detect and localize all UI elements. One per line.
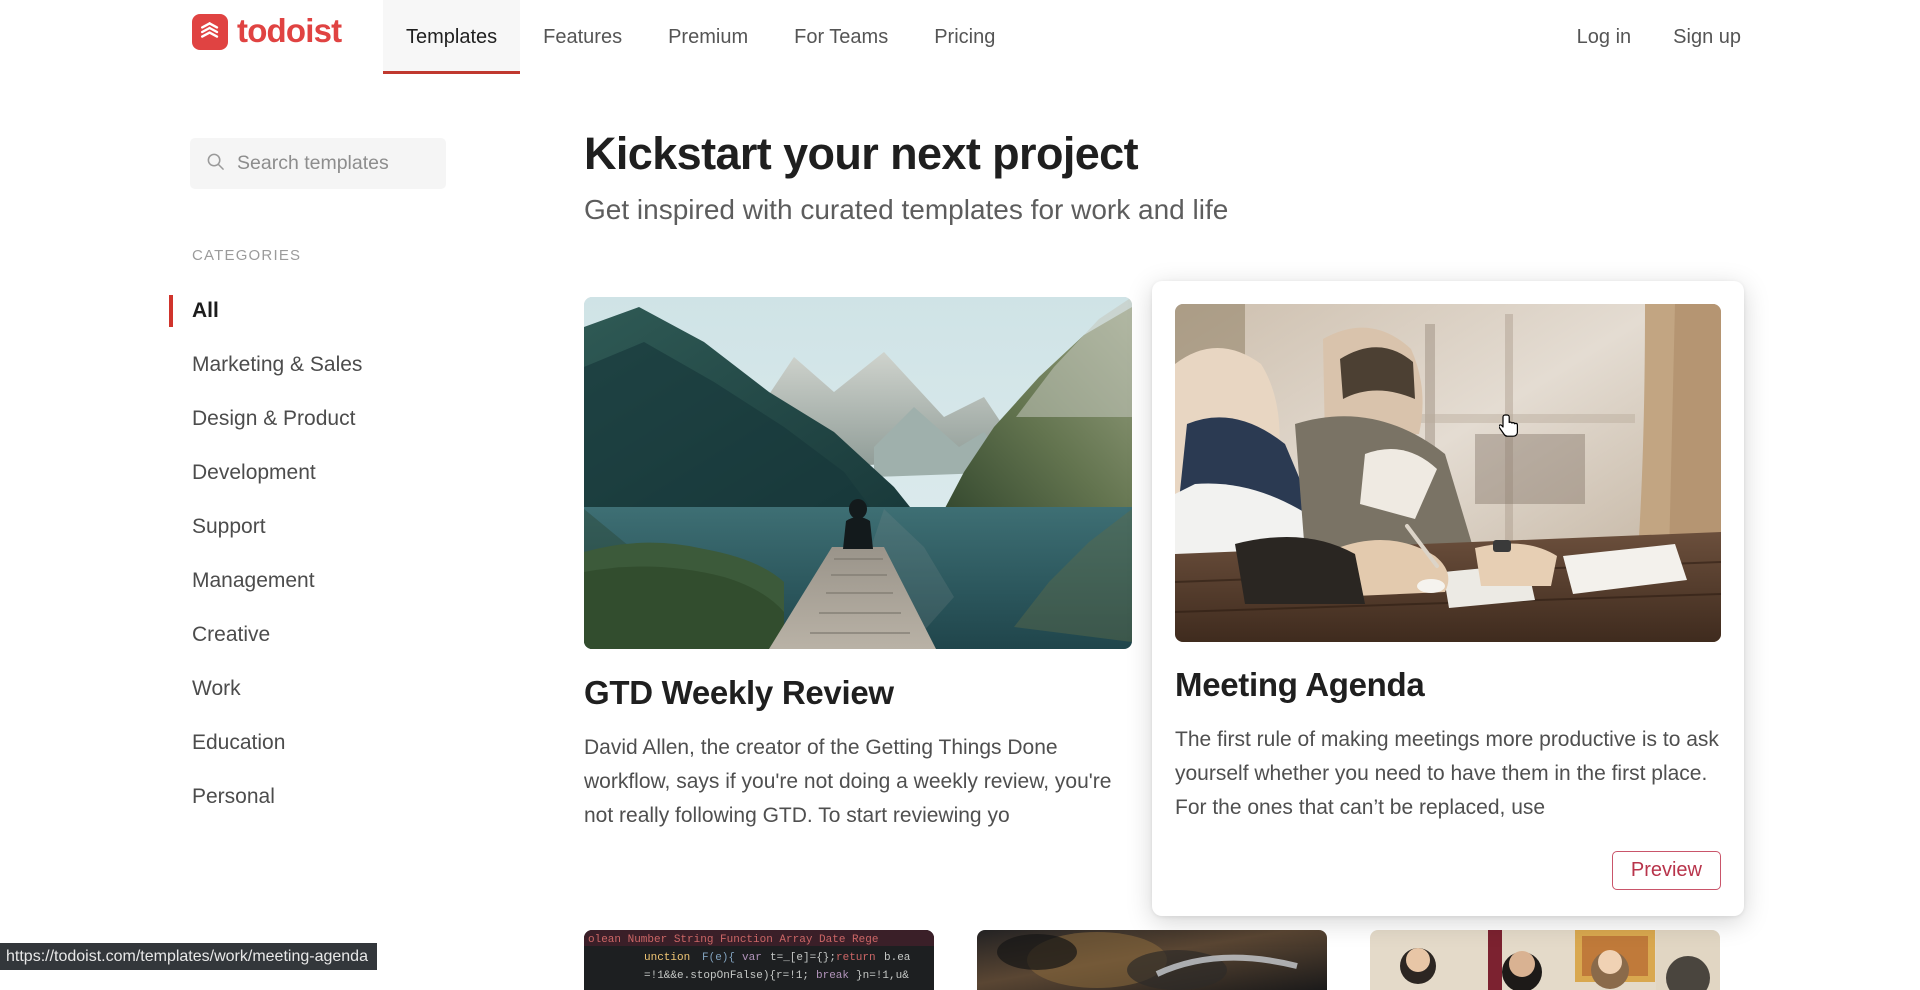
nav-item-features[interactable]: Features [520, 0, 645, 74]
sidebar-item-work[interactable]: Work [190, 662, 450, 716]
primary-nav: Templates Features Premium For Teams Pri… [383, 0, 1018, 74]
card-description: David Allen, the creator of the Getting … [584, 731, 1132, 833]
people-meeting-table-photo [1175, 304, 1721, 642]
page-title: Kickstart your next project [584, 128, 1784, 180]
svg-text:unction: unction [644, 952, 690, 964]
sign-up-button[interactable]: Sign up [1657, 26, 1757, 49]
sidebar-item-design-product[interactable]: Design & Product [190, 392, 450, 446]
svg-text:olean Number String Function A: olean Number String Function Array Date … [588, 934, 878, 946]
sidebar-item-personal[interactable]: Personal [190, 770, 450, 824]
log-in-button[interactable]: Log in [1561, 26, 1648, 49]
code-editor-screenshot[interactable]: olean Number String Function Array Date … [584, 930, 934, 990]
card-description: The first rule of making meetings more p… [1175, 723, 1721, 825]
templates-sidebar: CATEGORIES All Marketing & Sales Design … [190, 138, 450, 824]
nav-item-pricing[interactable]: Pricing [911, 0, 1018, 74]
sidebar-item-support[interactable]: Support [190, 500, 450, 554]
svg-text:b.ea: b.ea [884, 952, 911, 964]
template-card-gtd-weekly-review[interactable]: GTD Weekly Review David Allen, the creat… [584, 297, 1132, 833]
svg-text:t=_[e]={};: t=_[e]={}; [770, 952, 836, 964]
preview-button[interactable]: Preview [1612, 851, 1721, 890]
search-input[interactable] [237, 152, 430, 175]
todoist-logo-icon [192, 14, 228, 50]
sidebar-item-marketing-sales[interactable]: Marketing & Sales [190, 338, 450, 392]
nav-item-for-teams[interactable]: For Teams [771, 0, 911, 74]
nav-item-templates[interactable]: Templates [383, 0, 520, 74]
todoist-logo[interactable]: todoist [192, 14, 341, 50]
sidebar-item-creative[interactable]: Creative [190, 608, 450, 662]
sidebar-item-management[interactable]: Management [190, 554, 450, 608]
main-heading-block: Kickstart your next project Get inspired… [584, 128, 1784, 226]
card-title: Meeting Agenda [1175, 666, 1721, 704]
nav-item-premium[interactable]: Premium [645, 0, 771, 74]
sidebar-item-education[interactable]: Education [190, 716, 450, 770]
categories-list: All Marketing & Sales Design & Product D… [190, 284, 450, 824]
search-icon [206, 152, 225, 176]
svg-text:F(e){: F(e){ [702, 952, 735, 964]
template-card-meeting-agenda[interactable]: Meeting Agenda The first rule of making … [1152, 281, 1744, 916]
svg-text:var: var [742, 952, 762, 964]
template-grid-row-2: olean Number String Function Array Date … [584, 930, 1720, 990]
dark-textured-photo[interactable] [977, 930, 1327, 990]
svg-text:return: return [836, 952, 876, 964]
mountain-lake-dock-photo [584, 297, 1132, 649]
search-templates-box[interactable] [190, 138, 446, 189]
card-title: GTD Weekly Review [584, 674, 1132, 712]
page-subtitle: Get inspired with curated templates for … [584, 194, 1784, 226]
svg-text:break: break [816, 970, 849, 982]
sidebar-item-development[interactable]: Development [190, 446, 450, 500]
card-actions: Preview [1175, 851, 1721, 890]
todoist-wordmark: todoist [237, 14, 341, 50]
svg-text:=!1&&e.stopOnFalse){r=!1;: =!1&&e.stopOnFalse){r=!1; [644, 970, 809, 982]
status-bar-url: https://todoist.com/templates/work/meeti… [0, 943, 377, 970]
svg-text:}n=!1,u&: }n=!1,u& [856, 970, 909, 982]
sidebar-item-all[interactable]: All [190, 284, 450, 338]
people-gallery-photo[interactable] [1370, 930, 1720, 990]
site-header: todoist Templates Features Premium For T… [0, 0, 1920, 74]
auth-nav: Log in Sign up [1561, 0, 1757, 74]
categories-heading: CATEGORIES [192, 247, 450, 264]
